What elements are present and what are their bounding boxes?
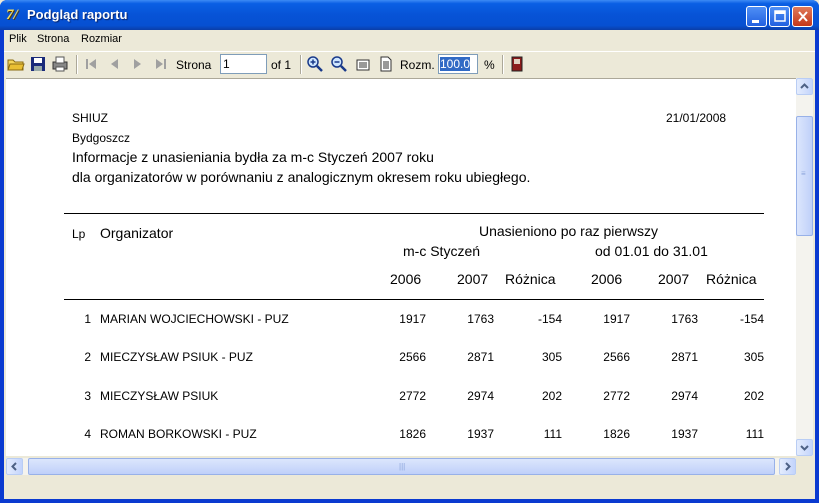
organizer-name: MARIAN WOJCIECHOWSKI - PUZ [100,312,289,326]
zoom-out-icon[interactable] [330,55,348,73]
table-cell-value: 2566 [603,350,630,364]
table-cell-value: 202 [541,389,562,403]
column-header-difference: Różnica [505,271,556,287]
table-cell-value: 2871 [671,350,698,364]
status-bar [4,477,815,499]
table-cell-value: 305 [541,350,562,364]
save-icon[interactable] [29,55,47,73]
table-cell-value: 2772 [399,389,426,403]
group-header-period: od 01.01 do 31.01 [595,243,708,259]
column-header-year: 2006 [591,271,623,287]
close-button[interactable] [792,6,813,27]
table-cell-value: 1937 [467,427,494,441]
row-number: 3 [84,389,91,403]
table-top-rule [64,213,764,214]
exit-door-icon[interactable] [508,55,526,73]
row-number: 1 [84,312,91,326]
first-page-icon[interactable] [82,55,100,73]
page-label: Strona [176,58,212,72]
menu-file[interactable]: Plik [9,33,27,45]
menu-page[interactable]: Strona [37,33,69,45]
table-cell-value: 2974 [671,389,698,403]
toolbar: Strona 1 of 1 Rozm. 100.0 % [4,51,815,76]
table-cell-value: 1763 [671,312,698,326]
next-page-icon[interactable] [129,55,147,73]
table-cell-value: 202 [743,389,764,403]
table-cell-value: 1917 [399,312,426,326]
print-icon[interactable] [51,55,69,73]
table-cell-value: 1826 [603,427,630,441]
report-preview-window: 7/ Podgląd raportu Plik Strona Rozmiar S… [0,0,819,503]
table-cell-value: 1826 [399,427,426,441]
table-cell-value: -154 [537,312,562,326]
table-cell-value: -154 [739,312,764,326]
client-area: Plik Strona Rozmiar Strona 1 of 1 Rozm. … [4,30,815,499]
report-page: SHIUZ 21/01/2008 Bydgoszcz Informacje z … [6,78,796,456]
table-cell-value: 2974 [467,389,494,403]
report-date: 21/01/2008 [666,111,727,125]
scroll-up-button[interactable] [796,78,813,95]
open-folder-icon[interactable] [7,55,25,73]
table-cell-value: 111 [745,427,764,441]
vertical-scrollbar[interactable]: ≡ [796,78,813,456]
whole-page-icon[interactable] [377,55,395,73]
table-cell-value: 1917 [603,312,630,326]
minimize-button[interactable] [746,6,767,27]
previous-page-icon[interactable] [105,55,123,73]
column-header-year: 2007 [658,271,690,287]
last-page-icon[interactable] [152,55,170,73]
toolbar-separator [502,55,504,74]
table-cell-value: 2871 [467,350,494,364]
zoom-unit-label: % [484,58,495,72]
group-header-title: Unasieniono po raz pierwszy [479,223,658,239]
toolbar-separator [300,55,302,74]
table-header-rule [64,299,764,300]
report-city: Bydgoszcz [72,131,131,145]
row-number: 4 [84,427,91,441]
column-header-organizer: Organizator [100,225,174,241]
table-cell-value: 1937 [671,427,698,441]
window-title: Podgląd raportu [27,7,128,22]
page-number-input[interactable]: 1 [220,54,267,74]
column-header-year: 2007 [457,271,489,287]
scroll-down-button[interactable] [796,439,813,456]
report-organization: SHIUZ [72,111,108,125]
table-cell-value: 1763 [467,312,494,326]
report-heading-line2: dla organizatorów w porównaniu z analogi… [72,169,531,185]
vertical-scroll-thumb[interactable]: ≡ [796,116,813,236]
horizontal-scroll-thumb[interactable]: ||| [28,458,775,475]
scroll-corner [796,458,813,475]
title-bar[interactable]: 7/ Podgląd raportu [0,0,819,30]
zoom-input[interactable]: 100.0 [438,54,478,74]
menu-size[interactable]: Rozmiar [81,33,122,45]
organizer-name: ROMAN BORKOWSKI - PUZ [100,427,257,441]
horizontal-scrollbar[interactable]: ||| [6,458,796,475]
organizer-name: MIECZYSŁAW PSIUK - PUZ [100,350,253,364]
table-cell-value: 111 [543,427,562,441]
page-width-icon[interactable] [354,55,372,73]
group-header-month: m-c Styczeń [403,243,481,259]
app-icon: 7/ [6,7,18,23]
zoom-value: 100.0 [440,57,471,71]
report-heading-line1: Informacje z unasieniania bydła za m-c S… [72,149,434,165]
maximize-button[interactable] [769,6,790,27]
table-cell-value: 2566 [399,350,426,364]
organizer-name: MIECZYSŁAW PSIUK [100,389,219,403]
column-header-lp: Lp [72,227,86,241]
menu-bar: Plik Strona Rozmiar [4,30,815,50]
zoom-in-icon[interactable] [306,55,324,73]
row-number: 2 [84,350,91,364]
column-header-difference: Różnica [706,271,757,287]
toolbar-separator [76,55,78,74]
column-header-year: 2006 [390,271,422,287]
scroll-right-button[interactable] [779,458,796,475]
zoom-label: Rozm. [400,58,435,72]
scroll-left-button[interactable] [6,458,23,475]
table-cell-value: 2772 [603,389,630,403]
table-cell-value: 305 [743,350,764,364]
page-count-label: of 1 [271,58,292,72]
